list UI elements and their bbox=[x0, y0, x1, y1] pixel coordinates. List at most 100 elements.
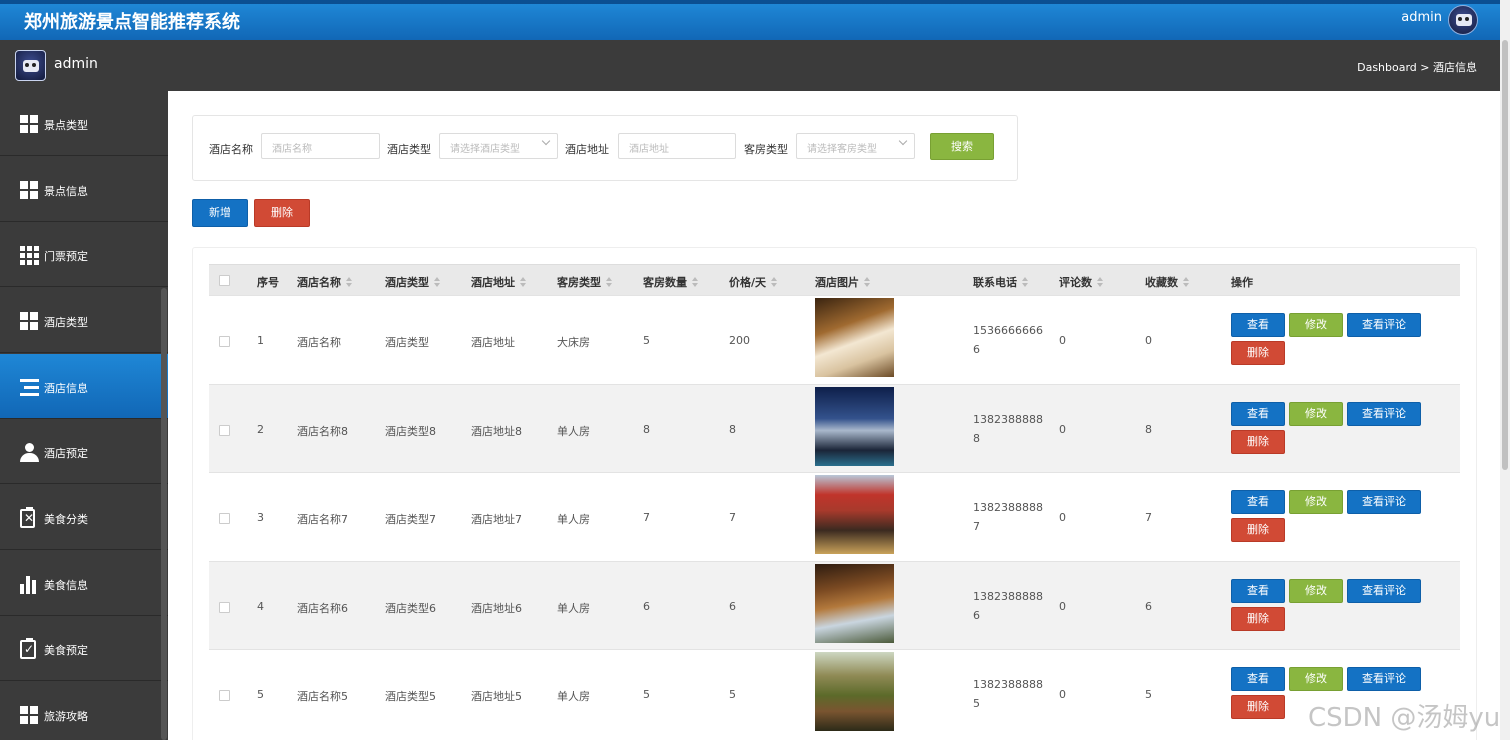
hotel-image[interactable] bbox=[815, 564, 894, 643]
cell-room-type: 单人房 bbox=[557, 513, 590, 526]
sidebar: 景点类型 景点信息 门票预定 酒店类型 酒店信息 酒店预定 ✕ 美食分类 美食信… bbox=[0, 91, 168, 740]
sort-icon bbox=[863, 277, 871, 287]
delete-button[interactable]: 删除 bbox=[1231, 518, 1285, 542]
row-checkbox[interactable] bbox=[219, 425, 230, 436]
header-username[interactable]: admin bbox=[1401, 10, 1442, 25]
user-icon bbox=[20, 443, 39, 462]
cell-room-type: 单人房 bbox=[557, 690, 590, 703]
sidebar-scrollbar[interactable] bbox=[161, 288, 167, 740]
chevron-down-icon bbox=[541, 136, 551, 146]
hotel-type-select[interactable]: 请选择酒店类型 bbox=[439, 133, 558, 159]
delete-button[interactable]: 删除 bbox=[1231, 430, 1285, 454]
cell-name: 酒店名称6 bbox=[297, 602, 348, 615]
row-checkbox[interactable] bbox=[219, 602, 230, 613]
cell-address: 酒店地址 bbox=[471, 336, 515, 349]
col-header-room-type[interactable]: 客房类型 bbox=[557, 274, 613, 290]
cell-room-count: 8 bbox=[643, 423, 650, 436]
sidebar-item-scenic-type[interactable]: 景点类型 bbox=[0, 91, 168, 156]
page-scrollbar-thumb[interactable] bbox=[1502, 40, 1508, 470]
sort-icon bbox=[1096, 277, 1104, 287]
watermark: CSDN @汤姆yu bbox=[1308, 703, 1501, 733]
breadcrumb[interactable]: Dashboard > 酒店信息 bbox=[1357, 59, 1477, 75]
cell-phone: 15366666666 bbox=[973, 324, 1043, 356]
cell-room-count: 7 bbox=[643, 511, 650, 524]
sidebar-item-label: 门票预定 bbox=[44, 250, 88, 263]
header-avatar[interactable] bbox=[1448, 5, 1478, 35]
col-header-name[interactable]: 酒店名称 bbox=[297, 274, 353, 290]
view-comments-button[interactable]: 查看评论 bbox=[1347, 579, 1421, 603]
col-header-comments[interactable]: 评论数 bbox=[1059, 274, 1104, 290]
cell-type: 酒店类型7 bbox=[385, 513, 436, 526]
row-checkbox[interactable] bbox=[219, 690, 230, 701]
col-header-image[interactable]: 酒店图片 bbox=[815, 274, 871, 290]
row-checkbox[interactable] bbox=[219, 513, 230, 524]
col-header-favorites[interactable]: 收藏数 bbox=[1145, 274, 1190, 290]
sidebar-item-hotel-type[interactable]: 酒店类型 bbox=[0, 288, 168, 353]
edit-button[interactable]: 修改 bbox=[1289, 579, 1343, 603]
page-scrollbar[interactable] bbox=[1500, 0, 1510, 740]
edit-button[interactable]: 修改 bbox=[1289, 402, 1343, 426]
col-header-address[interactable]: 酒店地址 bbox=[471, 274, 527, 290]
cell-no: 4 bbox=[257, 600, 264, 613]
cell-name: 酒店名称 bbox=[297, 336, 341, 349]
room-type-select[interactable]: 请选择客房类型 bbox=[796, 133, 915, 159]
sidebar-item-food-category[interactable]: ✕ 美食分类 bbox=[0, 485, 168, 550]
row-checkbox[interactable] bbox=[219, 336, 230, 347]
view-comments-button[interactable]: 查看评论 bbox=[1347, 667, 1421, 691]
delete-button[interactable]: 删除 bbox=[1231, 695, 1285, 719]
edit-button[interactable]: 修改 bbox=[1289, 667, 1343, 691]
hotel-image[interactable] bbox=[815, 652, 894, 731]
sidebar-item-ticket-booking[interactable]: 门票预定 bbox=[0, 222, 168, 287]
search-button[interactable]: 搜索 bbox=[930, 133, 994, 160]
sidebar-item-hotel-booking[interactable]: 酒店预定 bbox=[0, 419, 168, 484]
hotel-image[interactable] bbox=[815, 298, 894, 377]
col-header-price[interactable]: 价格/天 bbox=[729, 274, 778, 290]
sidebar-item-hotel-info[interactable]: 酒店信息 bbox=[0, 354, 168, 419]
sort-icon bbox=[605, 277, 613, 287]
cell-type: 酒店类型5 bbox=[385, 690, 436, 703]
sort-icon bbox=[345, 277, 353, 287]
col-header-phone[interactable]: 联系电话 bbox=[973, 274, 1029, 290]
clipboard-x-icon: ✕ bbox=[20, 507, 35, 528]
bar-chart-icon bbox=[20, 575, 39, 594]
hotel-image[interactable] bbox=[815, 387, 894, 466]
view-button[interactable]: 查看 bbox=[1231, 490, 1285, 514]
sidebar-item-label: 酒店预定 bbox=[44, 447, 88, 460]
hotel-type-placeholder: 请选择酒店类型 bbox=[450, 144, 520, 155]
view-button[interactable]: 查看 bbox=[1231, 579, 1285, 603]
view-button[interactable]: 查看 bbox=[1231, 313, 1285, 337]
edit-button[interactable]: 修改 bbox=[1289, 490, 1343, 514]
col-header-room-count[interactable]: 客房数量 bbox=[643, 274, 699, 290]
sidebar-item-label: 美食信息 bbox=[44, 579, 88, 592]
hotel-address-input[interactable]: 酒店地址 bbox=[618, 133, 736, 159]
batch-delete-button[interactable]: 删除 bbox=[254, 199, 310, 227]
cell-no: 3 bbox=[257, 511, 264, 524]
cell-price: 7 bbox=[729, 511, 736, 524]
table-row: 5 酒店名称5 酒店类型5 酒店地址5 单人房 5 5 13823888885 0 5 查看 修改 查看… bbox=[209, 649, 1460, 737]
view-comments-button[interactable]: 查看评论 bbox=[1347, 490, 1421, 514]
sidebar-item-scenic-info[interactable]: 景点信息 bbox=[0, 157, 168, 222]
sidebar-item-food-info[interactable]: 美食信息 bbox=[0, 551, 168, 616]
sidebar-item-food-booking[interactable]: ✓ 美食预定 bbox=[0, 616, 168, 681]
view-button[interactable]: 查看 bbox=[1231, 402, 1285, 426]
edit-button[interactable]: 修改 bbox=[1289, 313, 1343, 337]
room-type-label: 客房类型 bbox=[744, 143, 788, 156]
add-button[interactable]: 新增 bbox=[192, 199, 248, 227]
cell-favorites: 0 bbox=[1145, 334, 1152, 347]
delete-button[interactable]: 删除 bbox=[1231, 607, 1285, 631]
sidebar-item-travel-guide[interactable]: 旅游攻略 bbox=[0, 682, 168, 740]
col-header-type[interactable]: 酒店类型 bbox=[385, 274, 441, 290]
delete-button[interactable]: 删除 bbox=[1231, 341, 1285, 365]
hotel-name-input[interactable]: 酒店名称 bbox=[261, 133, 380, 159]
hotel-image[interactable] bbox=[815, 475, 894, 554]
table-row: 4 酒店名称6 酒店类型6 酒店地址6 单人房 6 6 13823888886 0 6 查看 修改 查看… bbox=[209, 561, 1460, 649]
view-comments-button[interactable]: 查看评论 bbox=[1347, 313, 1421, 337]
cell-comments: 0 bbox=[1059, 600, 1066, 613]
select-all-checkbox[interactable] bbox=[219, 275, 230, 286]
cell-price: 200 bbox=[729, 334, 750, 347]
view-button[interactable]: 查看 bbox=[1231, 667, 1285, 691]
cell-comments: 0 bbox=[1059, 334, 1066, 347]
cell-price: 5 bbox=[729, 688, 736, 701]
view-comments-button[interactable]: 查看评论 bbox=[1347, 402, 1421, 426]
search-form: 酒店名称 酒店名称 酒店类型 请选择酒店类型 酒店地址 酒店地址 客房类型 请选… bbox=[192, 115, 1018, 181]
